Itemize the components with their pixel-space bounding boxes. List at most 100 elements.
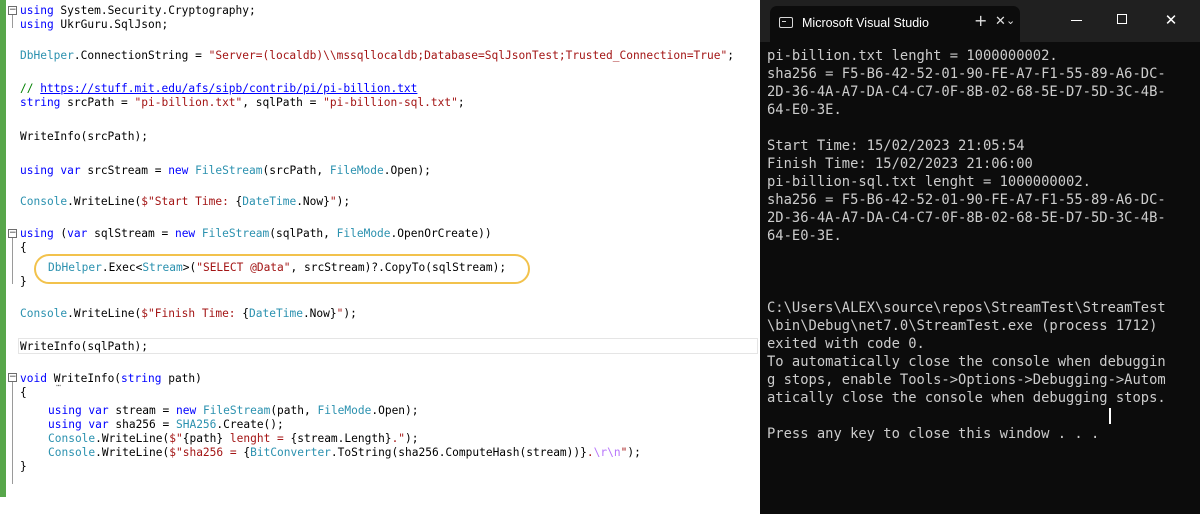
code-token: ); [336, 195, 351, 208]
code-token: .ToString(sha256.ComputeHash(stream))} [330, 446, 587, 459]
code-token: .Open); [371, 404, 419, 417]
close-window-button[interactable]: ✕ [1156, 10, 1186, 30]
code-line[interactable]: DbHelper.Exec<Stream>("SELECT @Data", sr… [48, 261, 506, 275]
code-line[interactable]: string srcPath = "pi-billion.txt", sqlPa… [20, 96, 465, 110]
console-line: sha256 = F5-B6-42-52-01-90-FE-A7-F1-55-8… [767, 192, 1166, 208]
chevron-down-icon[interactable]: ⌄ [1006, 14, 1015, 27]
code-token: .Now} [296, 195, 330, 208]
terminal-icon [779, 17, 793, 28]
code-token: .Open); [383, 164, 431, 177]
code-token: } [20, 275, 27, 288]
code-token: path) [161, 372, 202, 385]
code-token: $"Finish Time: [141, 307, 243, 320]
code-line[interactable]: { [20, 241, 27, 255]
code-token: srcPath = [60, 96, 135, 109]
code-token: string [20, 96, 61, 109]
code-token: new [174, 227, 196, 240]
code-token: .WriteLine( [95, 446, 170, 459]
code-line[interactable]: using (var sqlStream = new FileStream(sq… [20, 227, 492, 241]
close-tab-icon[interactable]: ✕ [995, 14, 1006, 29]
code-token: SHA256 [175, 418, 217, 431]
code-line[interactable]: using System.Security.Cryptography; [20, 4, 256, 18]
console-line: To automatically close the console when … [767, 354, 1166, 370]
code-line[interactable]: Console.WriteLine($"{path} lenght = {str… [48, 432, 419, 446]
code-token: ( [53, 227, 68, 240]
console-window[interactable]: Microsoft Visual Studio ✕ + ⌄ ✕ pi-billi… [760, 0, 1200, 514]
console-line: \bin\Debug\net7.0\StreamTest.exe (proces… [767, 318, 1158, 334]
code-line[interactable]: using var stream = new FileStream(path, … [48, 404, 419, 418]
console-line: 64-E0-3E. [767, 102, 842, 118]
code-token: FileMode [317, 404, 372, 417]
console-line: g stops, enable Tools->Options->Debuggin… [767, 372, 1166, 388]
code-line[interactable]: Console.WriteLine($"sha256 = {BitConvert… [48, 446, 641, 460]
code-token: } [20, 460, 27, 473]
code-token: .WriteLine( [67, 307, 142, 320]
code-token: .Now} [302, 307, 337, 320]
code-line[interactable]: // https://stuff.mit.edu/afs/sipb/contri… [20, 82, 417, 96]
code-token: using [20, 227, 54, 240]
code-token: FileMode [336, 227, 391, 240]
code-token: { [20, 386, 27, 399]
code-line[interactable]: WriteInfo(srcPath); [20, 130, 148, 144]
new-tab-button[interactable]: + [974, 11, 987, 30]
code-token: $" [169, 432, 183, 445]
code-token: WriteInfo(sqlPath); [20, 340, 148, 353]
code-line[interactable]: } [20, 275, 27, 289]
code-token: FileMode [329, 164, 384, 177]
title-bar: Microsoft Visual Studio ✕ + ⌄ ✕ [760, 0, 1200, 42]
code-line[interactable]: using UkrGuru.SqlJson; [20, 18, 168, 32]
code-editor[interactable]: − − − ⋯ using System.Security.Cryptograp… [0, 0, 760, 514]
code-line[interactable]: DbHelper.ConnectionString = "Server=(loc… [20, 49, 734, 63]
code-token: $"sha256 = [169, 446, 244, 459]
maximize-button[interactable] [1108, 10, 1138, 30]
console-line: pi-billion.txt lenght = 1000000002. [767, 48, 1058, 64]
minimize-button[interactable] [1062, 10, 1092, 30]
code-token: .OpenOrCreate)) [390, 227, 492, 240]
console-line: C:\Users\ALEX\source\repos\StreamTest\St… [767, 300, 1166, 316]
code-token: , srcStream)?.CopyTo(sqlStream); [290, 261, 507, 274]
code-token: ; [727, 49, 734, 62]
code-token: ." [391, 432, 406, 445]
code-token: Console [20, 307, 68, 320]
code-token: using [20, 4, 54, 17]
code-token: new [175, 404, 197, 417]
code-line[interactable]: WriteInfo(sqlPath); [20, 340, 148, 354]
code-token: srcStream = [80, 164, 169, 177]
code-token: void [20, 372, 47, 385]
code-token: " [329, 195, 337, 208]
code-token: using var [20, 164, 81, 177]
code-line[interactable]: using var sha256 = SHA256.Create(); [48, 418, 284, 432]
code-token: using var [48, 418, 109, 431]
code-token: (path, [270, 404, 318, 417]
code-token: DateTime [249, 307, 303, 320]
code-token: {path} [182, 432, 224, 445]
console-line: 64-E0-3E. [767, 228, 842, 244]
code-line[interactable]: { [20, 386, 27, 400]
code-token: .Exec< [101, 261, 143, 274]
code-token: FileStream [195, 164, 263, 177]
code-line[interactable]: Console.WriteLine($"Finish Time: {DateTi… [20, 307, 357, 321]
code-token: System.Security.Cryptography; [53, 4, 256, 17]
code-token: "pi-billion.txt" [134, 96, 243, 109]
code-line[interactable]: Console.WriteLine($"Start Time: {DateTim… [20, 195, 350, 209]
code-line[interactable]: } [20, 460, 27, 474]
code-token: Console [48, 432, 96, 445]
code-token: using var [48, 404, 109, 417]
code-line[interactable]: void WriteInfo(string path) [20, 372, 202, 386]
code-token: DbHelper [48, 261, 102, 274]
code-token: BitConverter [250, 446, 331, 459]
code-token: .WriteLine( [95, 432, 170, 445]
code-token: "Server=(localdb)\\mssqllocaldb;Database… [208, 49, 728, 62]
code-token: var [67, 227, 88, 240]
code-token: Console [48, 446, 96, 459]
code-lines[interactable]: using System.Security.Cryptography; using… [0, 0, 760, 514]
code-token: WriteInfo(srcPath); [20, 130, 148, 143]
code-token: "SELECT @Data" [196, 261, 291, 274]
text-cursor [1109, 408, 1111, 424]
code-token: >( [182, 261, 197, 274]
code-token: ); [343, 307, 357, 320]
code-token: , sqlPath = [242, 96, 324, 109]
code-line[interactable]: using var srcStream = new FileStream(src… [20, 164, 431, 178]
